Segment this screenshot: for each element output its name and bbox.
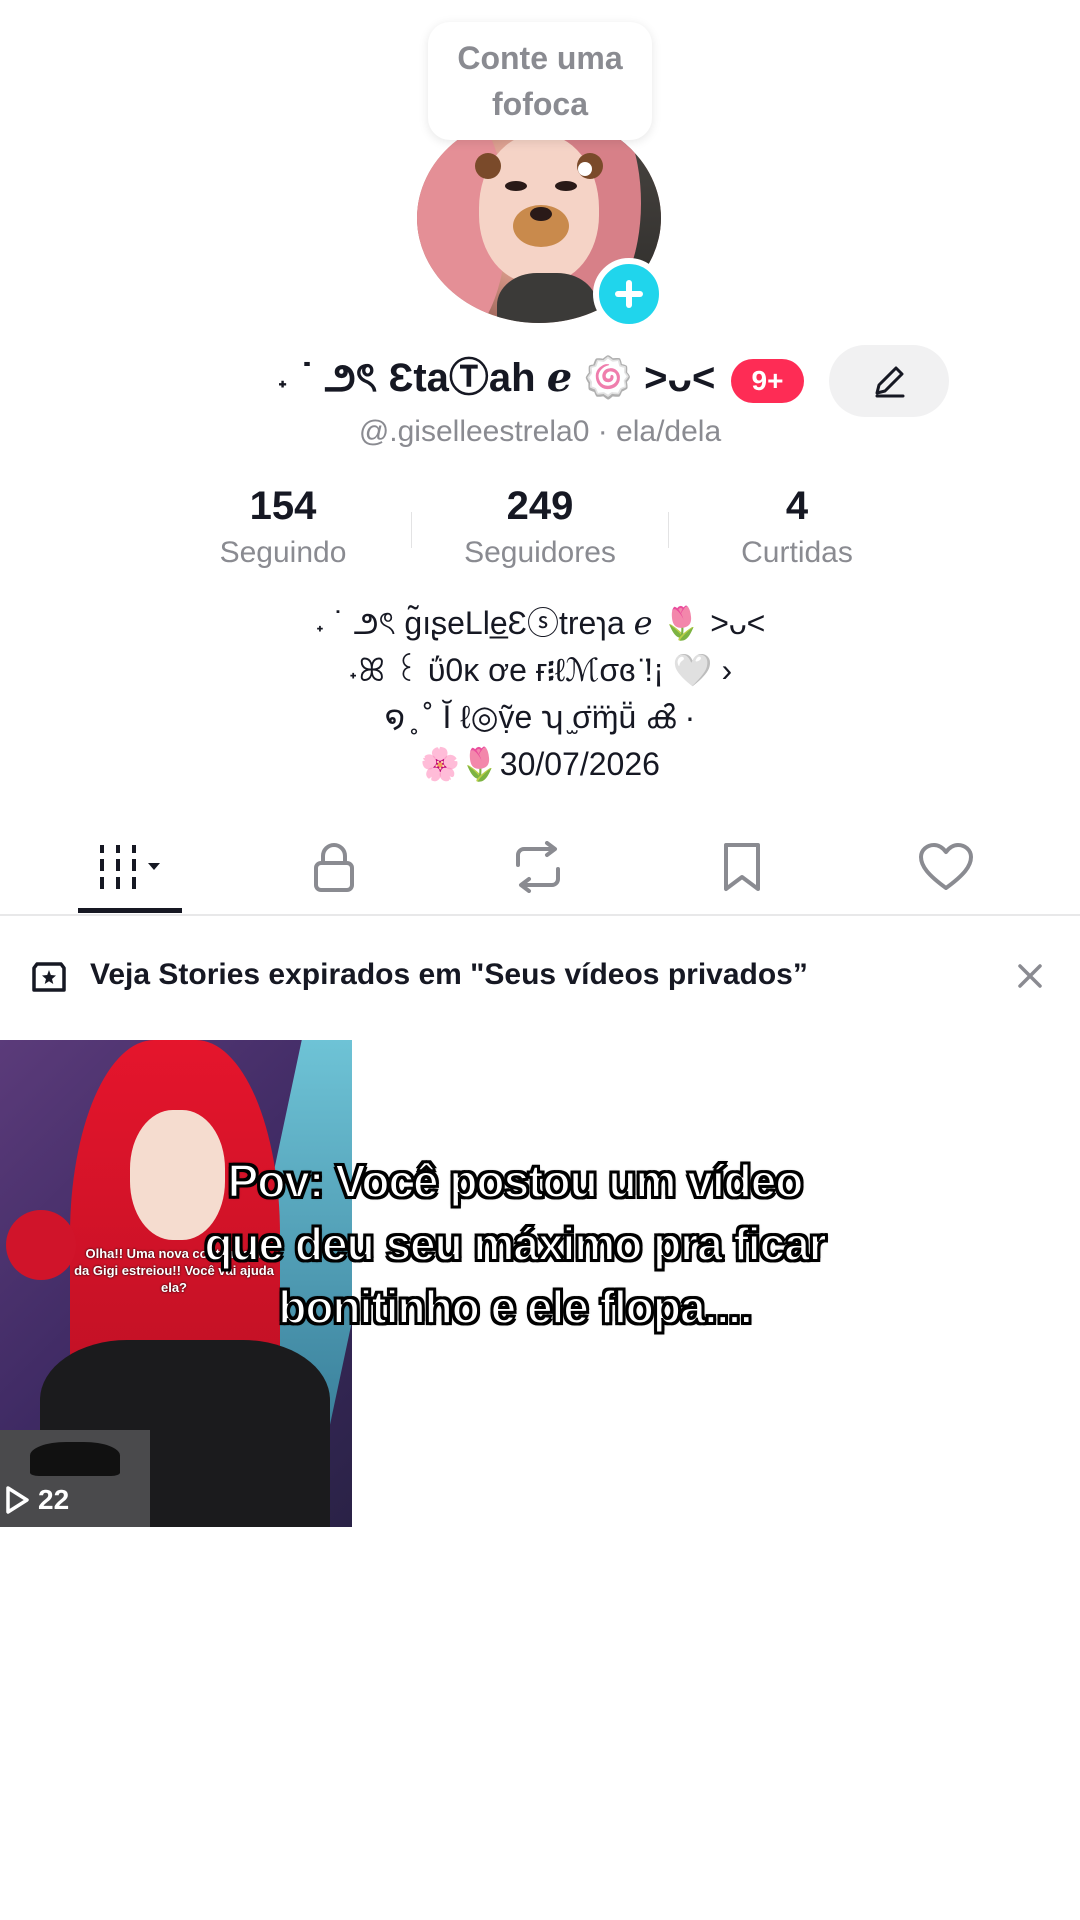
meme-caption: Pov: Você postou um vídeo que deu seu má… [150, 1150, 880, 1339]
followers-count: 249 [506, 484, 574, 528]
profile-tabs [0, 822, 1080, 916]
status-bubble-text: Conte uma fofoca [457, 40, 623, 122]
stat-likes[interactable]: 4 Curtidas [677, 480, 917, 574]
following-count: 154 [249, 484, 317, 528]
tab-videos[interactable] [28, 822, 232, 912]
expired-stories-banner[interactable]: Veja Stories expirados em "Seus vídeos p… [0, 950, 1080, 1004]
view-count-value: 22 [38, 1484, 70, 1515]
heart-icon [919, 843, 973, 890]
tab-private[interactable] [232, 822, 436, 912]
following-label: Seguindo [219, 536, 347, 569]
profile-bio: ˖ ˙ ౨ৎ ɡ̃ıʂeLle̲Ɛⓢtreɿa ℯ 🌷 >ᴗ< ˖ꕤ ꒰ ΰ0ĸ… [0, 600, 1080, 788]
bookmark-icon [724, 843, 760, 891]
story-add-icon [32, 962, 66, 992]
videos-grid-icon [100, 845, 160, 889]
lock-icon [314, 843, 354, 892]
banner-text: Veja Stories expirados em "Seus vídeos p… [90, 958, 808, 991]
profile-stats: 154 Seguindo 249 Seguidores 4 Curtidas [0, 480, 1080, 580]
stat-followers[interactable]: 249 Seguidores [420, 480, 660, 574]
bio-line: ˖ꕤ ꒰ ΰ0ĸ ơe ғ᎒ℓℳσɞ ̈!¡ 🤍 › [347, 652, 733, 688]
plus-icon [615, 280, 643, 308]
name-row: ˖ ˙ ౨ৎ ƐtaⓉah ℯ 🍥 >ᴗ< 9+ [0, 345, 1080, 417]
caption-line: que deu seu máximo pra ficar [203, 1217, 827, 1271]
view-count: 22 [4, 1480, 69, 1520]
bio-line: ˖ ˙ ౨ৎ ɡ̃ıʂeLle̲Ɛⓢtreɿa ℯ 🌷 >ᴗ< [314, 605, 766, 641]
pencil-icon [875, 366, 905, 398]
tab-favorites[interactable] [640, 822, 844, 912]
stat-divider [411, 512, 412, 548]
notifications-badge[interactable]: 9+ [731, 359, 804, 403]
bubble-tail [578, 162, 592, 176]
username: @.giselleestrela0 · ela/dela [358, 415, 722, 448]
followers-label: Seguidores [464, 536, 616, 569]
close-icon[interactable] [1012, 958, 1048, 994]
play-icon [6, 1486, 29, 1514]
repost-icon [516, 841, 560, 893]
stat-following[interactable]: 154 Seguindo [163, 480, 403, 574]
tab-liked[interactable] [844, 822, 1048, 912]
display-name: ˖ ˙ ౨ৎ ƐtaⓉah ℯ 🍥 >ᴗ< [276, 356, 716, 400]
bio-line: 🌸🌷30/07/2026 [420, 746, 660, 782]
likes-label: Curtidas [741, 536, 853, 569]
stat-divider [668, 512, 669, 548]
likes-count: 4 [785, 484, 809, 528]
edit-profile-button[interactable] [829, 345, 949, 417]
caption-line: bonitinho e ele flopa.... [277, 1280, 753, 1334]
bio-line: ໑ ̥ ˚ Ĭ ℓ◎ṿ̃e ʮ ̫σ̈ɱ̈ṻ ൿ · [384, 699, 696, 735]
tab-reposts[interactable] [436, 822, 640, 912]
add-story-button[interactable] [593, 258, 665, 330]
active-tab-indicator [78, 908, 182, 913]
caption-line: Pov: Você postou um vídeo [227, 1154, 805, 1208]
status-bubble[interactable]: Conte uma fofoca [428, 22, 652, 140]
